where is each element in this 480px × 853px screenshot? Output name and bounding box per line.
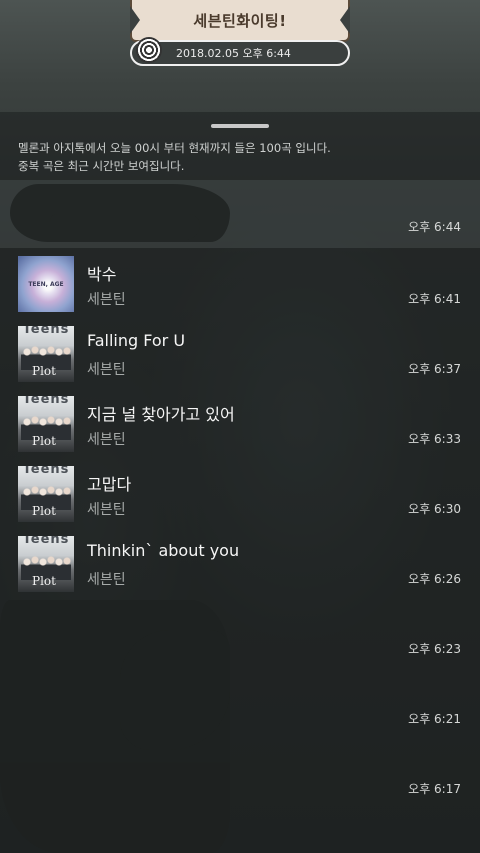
album-art-word: Teens — [22, 536, 70, 547]
history-row-first[interactable]: 오후 6:44 — [0, 180, 480, 248]
notice-line-1: 멜론과 아지톡에서 오늘 00시 부터 현재까지 들은 100곡 입니다. — [18, 141, 331, 155]
song-time: 오후 6:41 — [408, 292, 461, 306]
album-art-label: Plot — [32, 574, 56, 588]
song-row[interactable]: Teens Plot 지금 널 찾아가고 있어 세븐틴 오후 6:33 — [0, 396, 480, 466]
cheer-banner: 세븐틴화이팅! 2018.02.05 오후 6:44 — [130, 0, 350, 68]
song-row[interactable]: TEEN, AGE 박수 세븐틴 오후 6:41 — [0, 256, 480, 326]
song-row[interactable]: Teens Plot 고맙다 세븐틴 오후 6:30 — [0, 466, 480, 536]
song-row[interactable]: Teens Plot Thinkin` about you 세븐틴 오후 6:2… — [0, 536, 480, 606]
song-time: 오후 6:44 — [408, 220, 461, 234]
song-time: 오후 6:26 — [408, 572, 461, 586]
redaction-scribble — [0, 600, 230, 853]
album-art-label: Plot — [32, 364, 56, 378]
album-art: Teens Plot — [18, 326, 74, 382]
song-time: 오후 6:23 — [408, 642, 461, 656]
notice-text: 멜론과 아지톡에서 오늘 00시 부터 현재까지 들은 100곡 입니다. 중복… — [18, 139, 468, 175]
album-art-label: TEEN, AGE — [28, 281, 64, 288]
song-title: 박수 — [87, 265, 117, 284]
drag-handle[interactable] — [211, 124, 269, 128]
album-art: TEEN, AGE — [18, 256, 74, 312]
song-title: 지금 널 찾아가고 있어 — [87, 405, 235, 424]
song-time: 오후 6:21 — [408, 712, 461, 726]
album-art: Teens Plot — [18, 466, 74, 522]
song-row[interactable]: Teens Plot Falling For U 세븐틴 오후 6:37 — [0, 326, 480, 396]
banner-date-pill: 2018.02.05 오후 6:44 — [130, 37, 350, 66]
song-title: Thinkin` about you — [87, 541, 240, 560]
song-time: 오후 6:33 — [408, 432, 461, 446]
history-panel[interactable]: 멜론과 아지톡에서 오늘 00시 부터 현재까지 들은 100곡 입니다. 중복… — [0, 112, 480, 853]
album-art-label: Plot — [32, 434, 56, 448]
album-art-word: Teens — [22, 326, 70, 337]
song-title: 고맙다 — [87, 475, 132, 494]
album-art-word: Teens — [22, 466, 70, 477]
song-time: 오후 6:37 — [408, 362, 461, 376]
song-artist: 세븐틴 — [87, 292, 126, 308]
song-artist: 세븐틴 — [87, 502, 126, 518]
song-title: Falling For U — [87, 331, 186, 350]
album-art-word: Teens — [22, 396, 70, 407]
song-time: 오후 6:17 — [408, 782, 461, 796]
banner-date: 2018.02.05 오후 6:44 — [176, 47, 291, 60]
banner-title: 세븐틴화이팅! — [193, 11, 287, 30]
song-artist: 세븐틴 — [87, 572, 126, 588]
notice-line-2: 중복 곡은 최근 시간만 보여집니다. — [18, 159, 185, 173]
song-artist: 세븐틴 — [87, 432, 126, 448]
redaction-scribble — [10, 184, 230, 242]
album-art-label: Plot — [32, 504, 56, 518]
song-artist: 세븐틴 — [87, 362, 126, 378]
album-art: Teens Plot — [18, 536, 74, 592]
vinyl-disc-icon — [136, 37, 162, 63]
banner-flag: 세븐틴화이팅! — [130, 0, 350, 42]
song-time: 오후 6:30 — [408, 502, 461, 516]
album-art: Teens Plot — [18, 396, 74, 452]
